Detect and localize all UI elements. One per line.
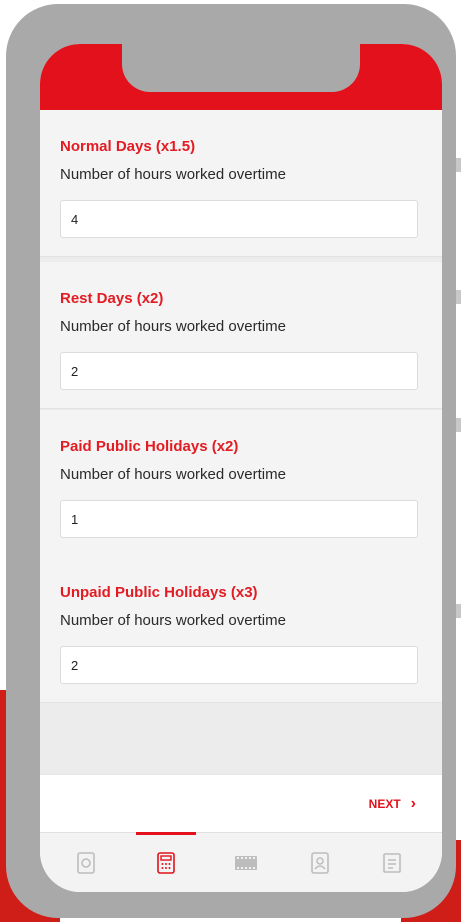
section-title: Paid Public Holidays (x2) bbox=[60, 438, 239, 455]
tab-profile[interactable] bbox=[290, 833, 350, 892]
background-edge-mark bbox=[456, 158, 461, 172]
phone-screen: Normal Days (x1.5) Number of hours worke… bbox=[40, 44, 442, 892]
section-subtitle: Number of hours worked overtime bbox=[60, 612, 286, 629]
section-subtitle: Number of hours worked overtime bbox=[60, 318, 286, 335]
dollar-coin-icon bbox=[77, 852, 95, 874]
rest-days-hours-input[interactable] bbox=[60, 352, 418, 390]
next-button[interactable]: NEXT › bbox=[368, 795, 416, 812]
id-badge-icon bbox=[311, 852, 329, 874]
paid-public-holidays-hours-input[interactable] bbox=[60, 500, 418, 538]
calculator-icon bbox=[157, 852, 175, 874]
section-subtitle: Number of hours worked overtime bbox=[60, 466, 286, 483]
tab-list[interactable] bbox=[362, 833, 422, 892]
bottom-tab-bar bbox=[40, 832, 442, 892]
tab-home[interactable] bbox=[56, 833, 116, 892]
overtime-section-normal-days: Normal Days (x1.5) Number of hours worke… bbox=[40, 110, 442, 257]
normal-days-hours-input[interactable] bbox=[60, 200, 418, 238]
background-edge-mark bbox=[456, 418, 461, 432]
tab-calculator[interactable] bbox=[136, 832, 196, 892]
phone-notch bbox=[122, 44, 360, 92]
section-subtitle: Number of hours worked overtime bbox=[60, 166, 286, 183]
overtime-section-paid-public-holidays: Paid Public Holidays (x2) Number of hour… bbox=[40, 410, 442, 557]
next-label: NEXT bbox=[368, 797, 401, 811]
film-icon bbox=[235, 856, 257, 870]
footer-bar: NEXT › bbox=[40, 774, 442, 833]
section-title: Normal Days (x1.5) bbox=[60, 138, 196, 155]
overtime-form: Normal Days (x1.5) Number of hours worke… bbox=[40, 110, 442, 774]
overtime-section-unpaid-public-holidays: Unpaid Public Holidays (x3) Number of ho… bbox=[40, 556, 442, 703]
list-icon bbox=[383, 853, 401, 873]
section-title: Rest Days (x2) bbox=[60, 290, 164, 307]
background-edge-mark bbox=[456, 290, 461, 304]
background-edge-mark bbox=[456, 604, 461, 618]
overtime-section-rest-days: Rest Days (x2) Number of hours worked ov… bbox=[40, 262, 442, 409]
unpaid-public-holidays-hours-input[interactable] bbox=[60, 646, 418, 684]
tab-video[interactable] bbox=[216, 833, 276, 892]
chevron-right-icon: › bbox=[410, 795, 416, 812]
phone-frame: Normal Days (x1.5) Number of hours worke… bbox=[6, 4, 456, 918]
section-title: Unpaid Public Holidays (x3) bbox=[60, 584, 258, 601]
